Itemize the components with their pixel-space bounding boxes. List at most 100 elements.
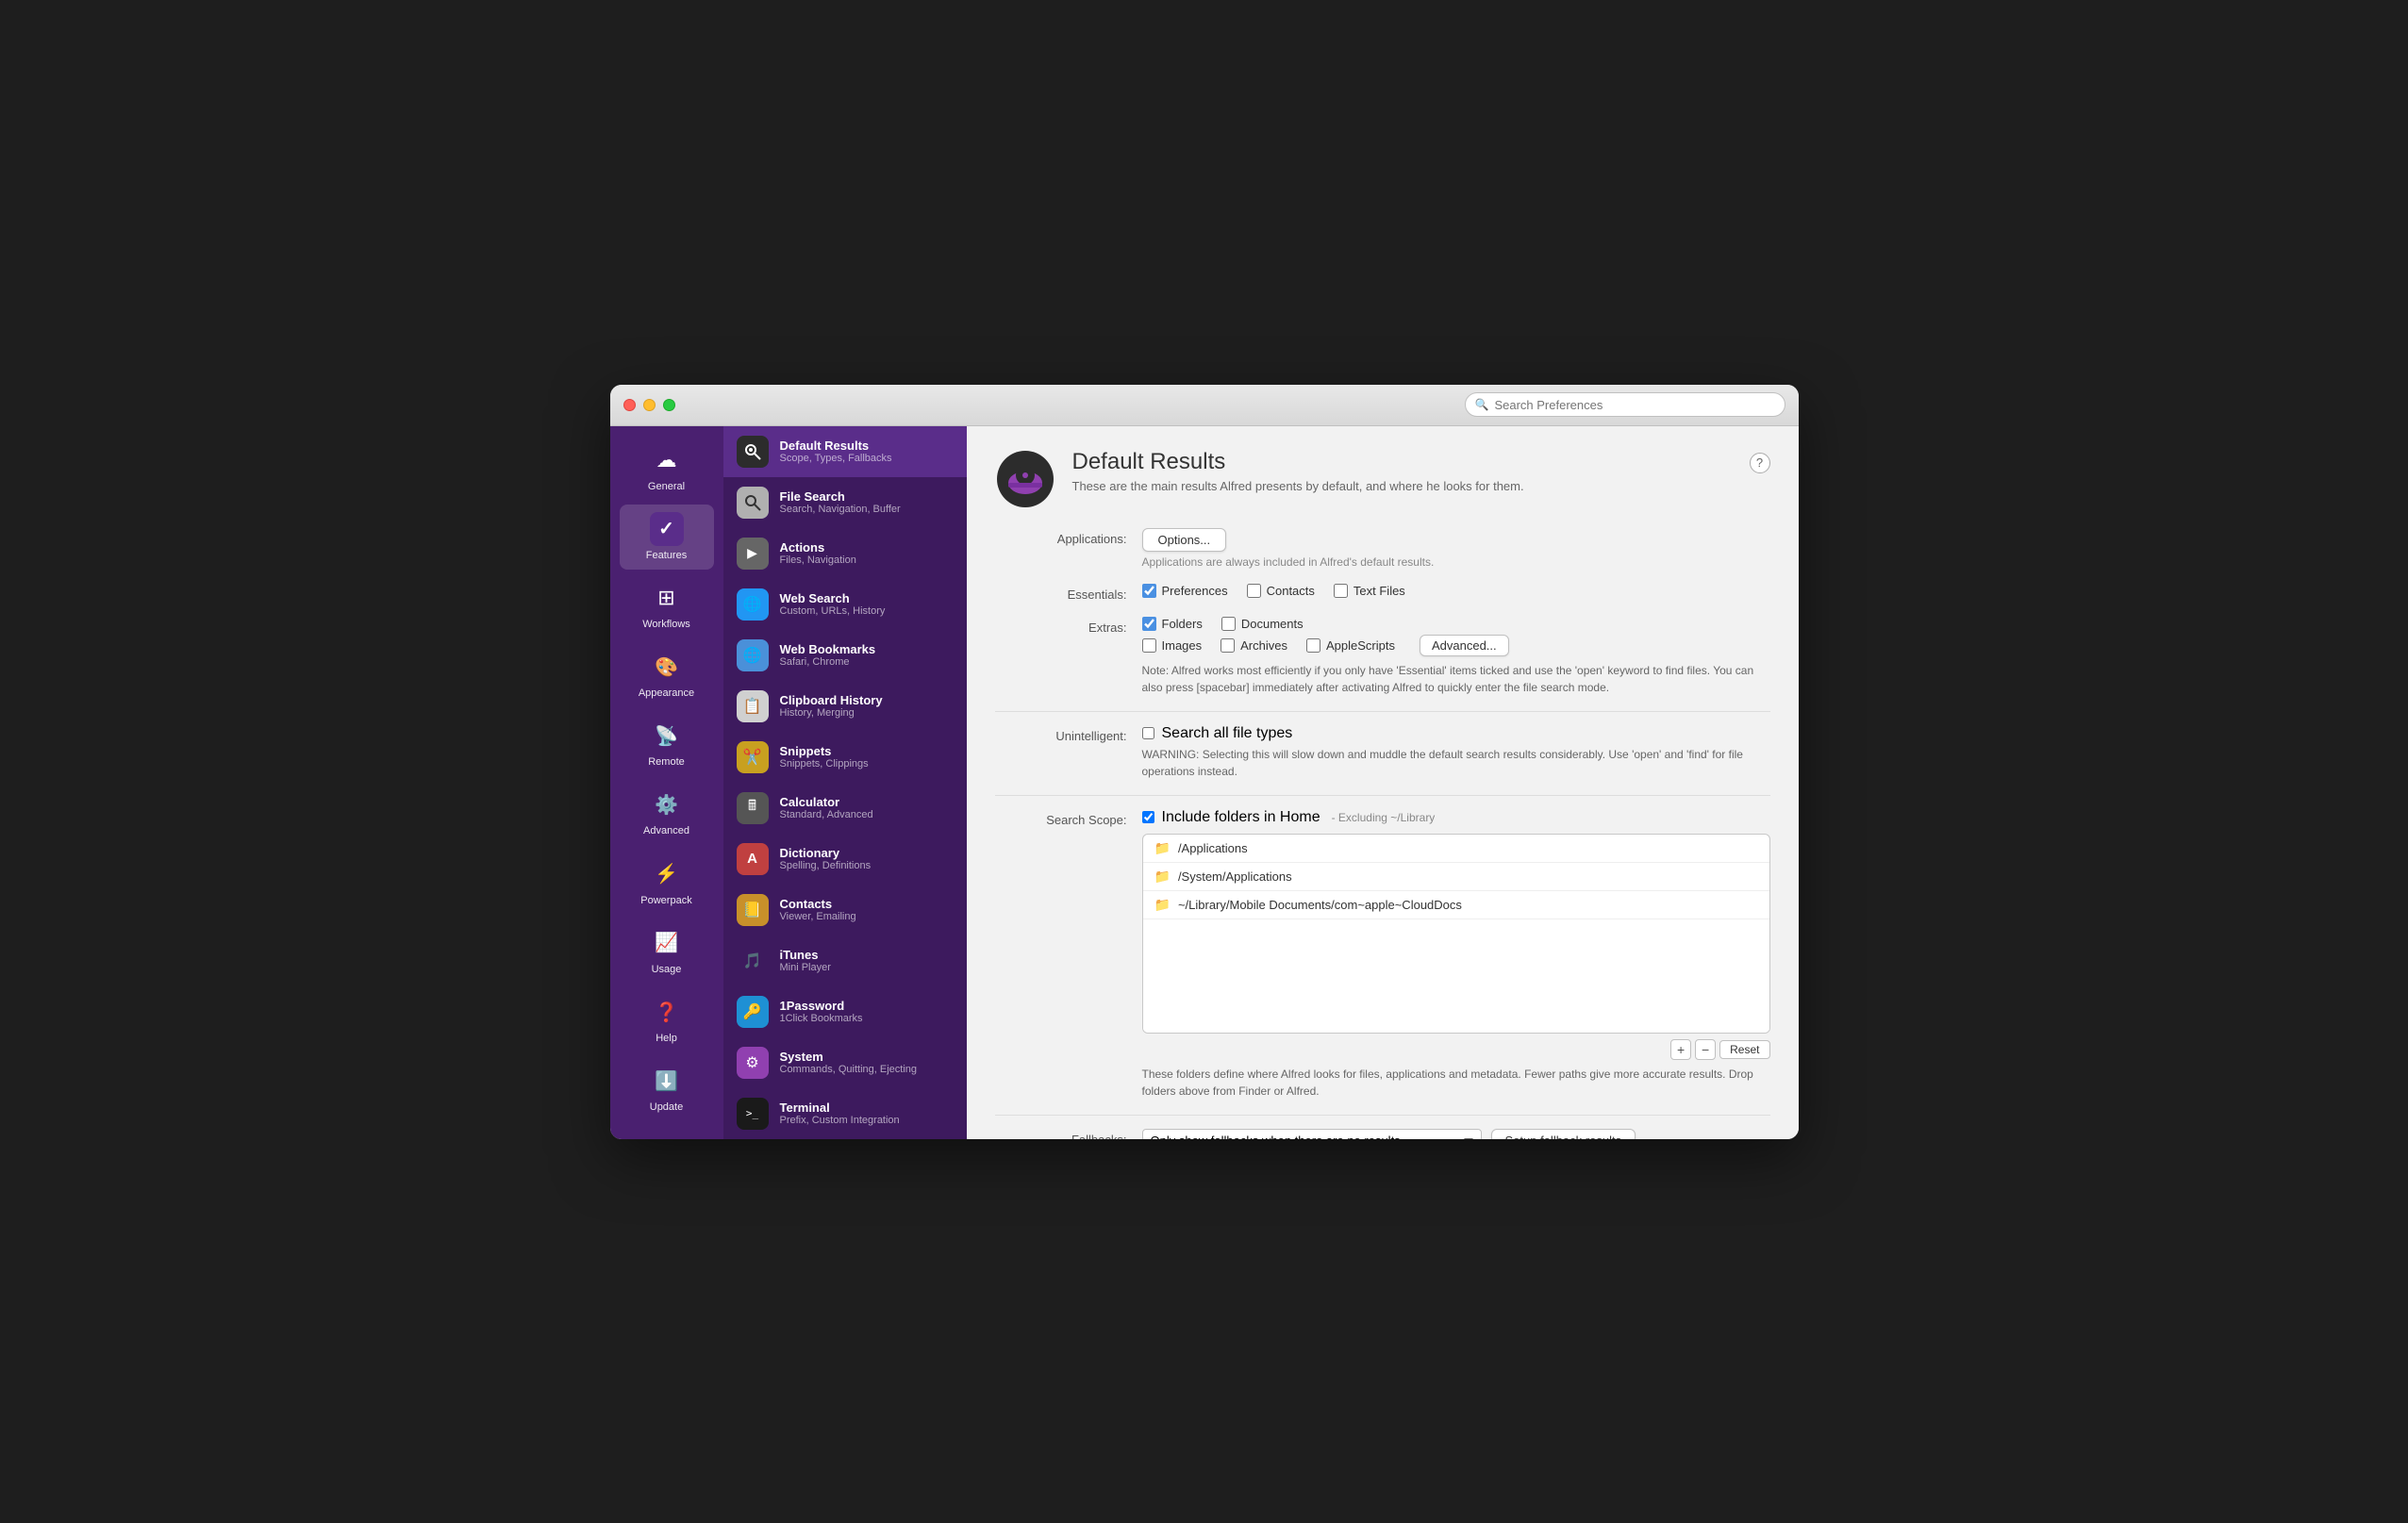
calculator-text: Calculator Standard, Advanced: [780, 795, 954, 820]
dictionary-icon: A: [737, 843, 769, 875]
remove-scope-button[interactable]: −: [1695, 1039, 1716, 1060]
add-scope-button[interactable]: +: [1670, 1039, 1691, 1060]
search-input[interactable]: [1494, 398, 1774, 412]
default-results-subtitle: Scope, Types, Fallbacks: [780, 453, 954, 464]
feature-item-terminal[interactable]: >_ Terminal Prefix, Custom Integration: [723, 1088, 967, 1139]
scope-box: 📁 /Applications 📁 /System/Applications 📁…: [1142, 834, 1770, 1034]
feature-item-actions[interactable]: ▶ Actions Files, Navigation: [723, 528, 967, 579]
folders-checkbox[interactable]: [1142, 617, 1156, 631]
sidebar-item-features[interactable]: ✓ Features: [620, 505, 714, 570]
feature-item-dictionary[interactable]: A Dictionary Spelling, Definitions: [723, 834, 967, 885]
applications-row: Applications: Options... Applications ar…: [995, 528, 1770, 569]
fallbacks-label: Fallbacks:: [995, 1129, 1127, 1139]
minimize-button[interactable]: [643, 399, 656, 411]
features-icon: ✓: [650, 512, 684, 546]
feature-item-itunes[interactable]: 🎵 iTunes Mini Player: [723, 935, 967, 986]
extras-folders[interactable]: Folders: [1142, 617, 1203, 631]
usage-icon: 📈: [650, 926, 684, 960]
essentials-text-files[interactable]: Text Files: [1334, 584, 1405, 598]
search-scope-content: Include folders in Home - Excluding ~/Li…: [1142, 809, 1770, 1100]
contacts-checkbox[interactable]: [1247, 584, 1261, 598]
sidebar-item-workflows[interactable]: ⊞ Workflows: [620, 573, 714, 638]
actions-subtitle: Files, Navigation: [780, 555, 954, 566]
scope-controls: + − Reset: [1142, 1039, 1770, 1060]
traffic-lights: [623, 399, 675, 411]
documents-checkbox[interactable]: [1221, 617, 1236, 631]
sidebar-item-label-usage: Usage: [652, 964, 682, 976]
feature-item-file-search[interactable]: File Search Search, Navigation, Buffer: [723, 477, 967, 528]
feature-item-calculator[interactable]: 🖩 Calculator Standard, Advanced: [723, 783, 967, 834]
archives-checkbox[interactable]: [1221, 638, 1235, 653]
file-search-text: File Search Search, Navigation, Buffer: [780, 489, 954, 515]
extras-checks-row2: Images Archives AppleScripts Advanced...: [1142, 635, 1770, 656]
applescripts-checkbox[interactable]: [1306, 638, 1320, 653]
contacts-text: Contacts Viewer, Emailing: [780, 897, 954, 922]
help-button[interactable]: ?: [1750, 453, 1770, 473]
reset-scope-button[interactable]: Reset: [1719, 1040, 1769, 1059]
extras-applescripts[interactable]: AppleScripts: [1306, 638, 1395, 653]
search-all-checkbox[interactable]: [1142, 727, 1154, 739]
fullscreen-button[interactable]: [663, 399, 675, 411]
contacts-icon: 📒: [737, 894, 769, 926]
extras-archives[interactable]: Archives: [1221, 638, 1287, 653]
extras-images[interactable]: Images: [1142, 638, 1203, 653]
sidebar-item-remote[interactable]: 📡 Remote: [620, 711, 714, 776]
appearance-icon: 🎨: [650, 650, 684, 684]
sidebar-item-label-powerpack: Powerpack: [640, 895, 691, 907]
calculator-title: Calculator: [780, 795, 954, 809]
setup-fallback-button[interactable]: Setup fallback results: [1491, 1129, 1636, 1139]
options-button[interactable]: Options...: [1142, 528, 1227, 552]
preferences-label: Preferences: [1162, 584, 1228, 598]
file-search-title: File Search: [780, 489, 954, 504]
include-folders-row: Include folders in Home - Excluding ~/Li…: [1142, 809, 1770, 826]
snippets-subtitle: Snippets, Clippings: [780, 758, 954, 770]
include-folders-checkbox[interactable]: [1142, 811, 1154, 823]
divider-1: [995, 711, 1770, 712]
search-bar[interactable]: 🔍: [1465, 392, 1785, 417]
panel-title: Default Results: [1072, 449, 1733, 475]
images-checkbox[interactable]: [1142, 638, 1156, 653]
feature-item-clipboard[interactable]: 📋 Clipboard History History, Merging: [723, 681, 967, 732]
fallbacks-content: Only show fallbacks when there are no re…: [1142, 1129, 1770, 1139]
fallback-select[interactable]: Only show fallbacks when there are no re…: [1142, 1129, 1482, 1139]
sidebar-item-label-general: General: [648, 481, 685, 493]
feature-item-default-results[interactable]: Default Results Scope, Types, Fallbacks: [723, 426, 967, 477]
feature-item-system[interactable]: ⚙ System Commands, Quitting, Ejecting: [723, 1037, 967, 1088]
sidebar-item-update[interactable]: ⬇️ Update: [620, 1056, 714, 1121]
feature-item-1password[interactable]: 🔑 1Password 1Click Bookmarks: [723, 986, 967, 1037]
dictionary-title: Dictionary: [780, 846, 954, 860]
sidebar-item-advanced[interactable]: ⚙️ Advanced: [620, 780, 714, 845]
sidebar-item-help[interactable]: ❓ Help: [620, 987, 714, 1052]
feature-item-snippets[interactable]: ✂️ Snippets Snippets, Clippings: [723, 732, 967, 783]
text-files-checkbox[interactable]: [1334, 584, 1348, 598]
clipboard-icon: 📋: [737, 690, 769, 722]
feature-item-web-search[interactable]: 🌐 Web Search Custom, URLs, History: [723, 579, 967, 630]
preferences-checkbox[interactable]: [1142, 584, 1156, 598]
sidebar-item-label-features: Features: [646, 550, 687, 562]
itunes-title: iTunes: [780, 948, 954, 962]
warn-note: WARNING: Selecting this will slow down a…: [1142, 746, 1770, 780]
sidebar-item-powerpack[interactable]: ⚡ Powerpack: [620, 850, 714, 915]
powerpack-icon: ⚡: [650, 857, 684, 891]
close-button[interactable]: [623, 399, 636, 411]
sidebar-item-general[interactable]: ☁ General: [620, 436, 714, 501]
app-window: 🔍 ☁ General ✓ Features ⊞ Workflows 🎨 App…: [610, 385, 1799, 1139]
advanced-button[interactable]: Advanced...: [1420, 635, 1509, 656]
dictionary-text: Dictionary Spelling, Definitions: [780, 846, 954, 871]
sidebar-item-usage[interactable]: 📈 Usage: [620, 919, 714, 984]
search-scope-label: Search Scope:: [995, 809, 1127, 827]
extras-documents[interactable]: Documents: [1221, 617, 1304, 631]
essentials-contacts[interactable]: Contacts: [1247, 584, 1315, 598]
actions-icon: ▶: [737, 538, 769, 570]
general-icon: ☁: [650, 443, 684, 477]
sidebar-item-appearance[interactable]: 🎨 Appearance: [620, 642, 714, 707]
web-bookmarks-title: Web Bookmarks: [780, 642, 954, 656]
remote-icon: 📡: [650, 719, 684, 753]
feature-item-contacts[interactable]: 📒 Contacts Viewer, Emailing: [723, 885, 967, 935]
search-scope-row: Search Scope: Include folders in Home - …: [995, 809, 1770, 1100]
essentials-row: Essentials: Preferences Contacts: [995, 584, 1770, 602]
text-files-label: Text Files: [1353, 584, 1405, 598]
essentials-preferences[interactable]: Preferences: [1142, 584, 1228, 598]
snippets-text: Snippets Snippets, Clippings: [780, 744, 954, 770]
feature-item-web-bookmarks[interactable]: 🌐 Web Bookmarks Safari, Chrome: [723, 630, 967, 681]
